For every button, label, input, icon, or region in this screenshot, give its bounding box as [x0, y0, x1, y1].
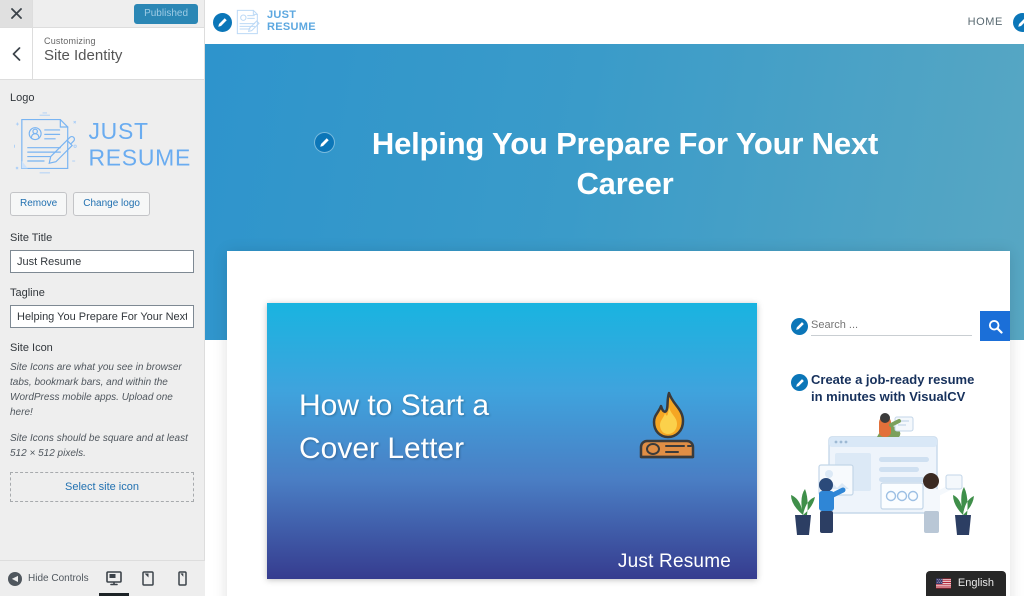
change-logo-button[interactable]: Change logo [73, 192, 150, 216]
edit-promo-shortcut-icon[interactable] [791, 374, 808, 391]
mobile-preview-icon[interactable] [173, 568, 191, 590]
hide-controls-label: Hide Controls [28, 573, 89, 584]
language-label: English [957, 577, 994, 589]
header-logo-line2: RESUME [267, 21, 316, 33]
site-title-label: Site Title [10, 232, 53, 244]
tablet-preview-icon[interactable] [139, 568, 157, 590]
fire-log-emoji [639, 391, 695, 471]
panel-header: Customizing Site Identity [0, 28, 204, 80]
promo-line2: in minutes with VisualCV [811, 389, 966, 405]
site-header: JUST RESUME HOME [205, 0, 1024, 44]
device-preview-switcher [99, 568, 197, 596]
site-title-input[interactable] [10, 250, 194, 273]
search-widget [791, 311, 1010, 341]
header-logo-text: JUST RESUME [267, 9, 316, 34]
visualcv-promo-widget[interactable]: Create a job-ready resume in minutes wit… [791, 371, 1010, 405]
search-button[interactable] [980, 311, 1010, 341]
us-flag-icon [935, 578, 951, 588]
content-card: How to Start a Cover Letter Just Resume … [227, 251, 1010, 596]
select-site-icon-button[interactable]: Select site icon [10, 472, 194, 502]
post-thumbnail[interactable]: How to Start a Cover Letter Just Resume [267, 303, 757, 579]
customizer-sidebar: Published Customizing Site Identity Logo [0, 0, 205, 596]
logo-label: Logo [10, 92, 35, 104]
site-icon-field: Site Icon Site Icons are what you see in… [10, 342, 194, 502]
header-logo[interactable]: JUST RESUME [232, 7, 316, 37]
site-preview: JUST RESUME HOME Helping You Prepare For… [205, 0, 1024, 596]
site-title-field: Site Title [10, 232, 194, 273]
customizing-label: Customizing [44, 36, 96, 46]
edit-tagline-shortcut-icon[interactable] [314, 133, 334, 152]
close-icon[interactable] [0, 0, 33, 27]
site-icon-description-2: Site Icons should be square and at least… [10, 433, 188, 459]
svg-text:JUST: JUST [88, 118, 148, 144]
publish-button[interactable]: Published [134, 4, 198, 24]
tagline-field: Tagline [10, 287, 194, 328]
sidebar-column: Create a job-ready resume in minutes wit… [757, 303, 1010, 596]
site-icon-description-1: Site Icons are what you see in browser t… [10, 362, 182, 418]
post-thumbnail-title: How to Start a Cover Letter [299, 385, 489, 470]
hero-title-wrap: Helping You Prepare For Your Next Career [314, 124, 915, 203]
collapse-icon: ◀ [8, 571, 22, 586]
customizer-topbar: Published [0, 0, 204, 28]
post-thumbnail-brand: Just Resume [617, 551, 731, 572]
panel-titles: Customizing Site Identity [33, 28, 122, 79]
logo-actions: Remove Change logo [10, 192, 194, 216]
site-icon-label: Site Icon [10, 342, 53, 354]
language-selector[interactable]: English [925, 571, 1006, 596]
promo-text: Create a job-ready resume in minutes wit… [811, 371, 974, 405]
remove-logo-button[interactable]: Remove [10, 192, 68, 216]
post-column: How to Start a Cover Letter Just Resume [267, 303, 757, 596]
customizer-footer: ◀ Hide Controls [0, 560, 205, 596]
tagline-label: Tagline [10, 287, 45, 299]
promo-illustration [791, 411, 1010, 537]
header-nav: HOME [968, 12, 1024, 32]
search-icon [988, 319, 1003, 334]
search-field-wrap [791, 316, 972, 336]
nav-item-home[interactable]: HOME [968, 16, 1003, 28]
hide-controls-button[interactable]: ◀ Hide Controls [8, 571, 89, 586]
post-thumbnail-title-line1: How to Start a [299, 389, 490, 422]
promo-line1: Create a job-ready resume [811, 372, 975, 387]
edit-menu-shortcut-icon[interactable] [1013, 12, 1024, 32]
customizer-controls: Logo JUST RESUME Remove Change logo Site… [0, 80, 204, 596]
customizer-screen: Published Customizing Site Identity Logo [0, 0, 1024, 596]
tagline-input[interactable] [10, 305, 194, 328]
desktop-preview-icon[interactable] [99, 568, 129, 596]
logo-preview[interactable]: JUST RESUME [10, 110, 194, 178]
post-thumbnail-title-line2: Cover Letter [299, 431, 465, 465]
page-title: Site Identity [44, 47, 123, 64]
edit-logo-shortcut-icon[interactable] [213, 12, 232, 32]
edit-search-widget-shortcut-icon[interactable] [791, 317, 808, 335]
search-input[interactable] [811, 316, 972, 336]
back-button[interactable] [0, 28, 33, 79]
svg-text:RESUME: RESUME [88, 144, 191, 170]
hero-title-text: Helping You Prepare For Your Next Career [371, 126, 879, 201]
